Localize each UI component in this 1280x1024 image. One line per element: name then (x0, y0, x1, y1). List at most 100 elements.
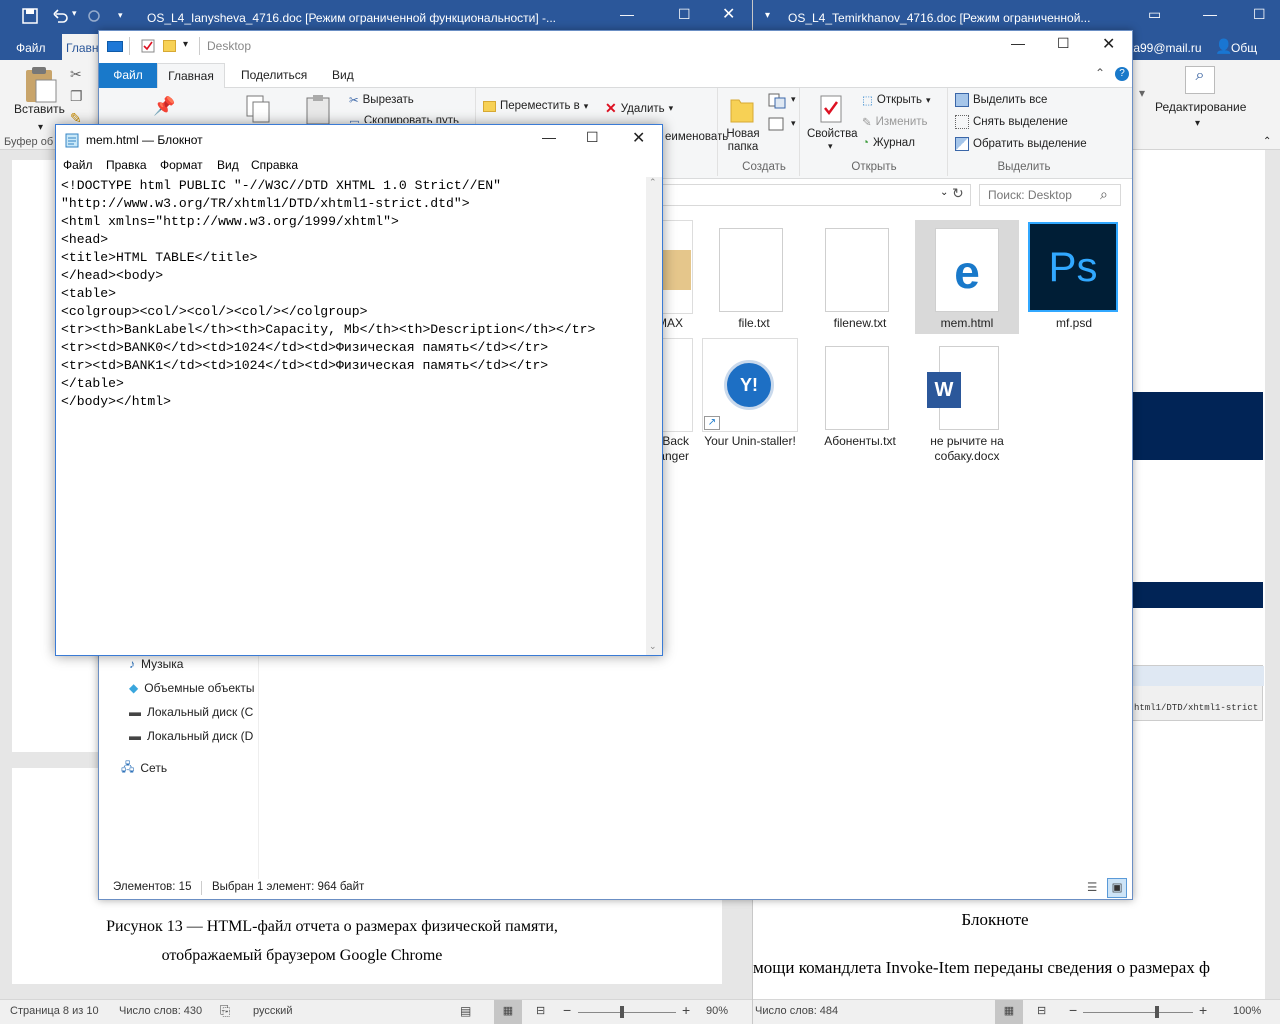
collapse-ribbon-icon[interactable]: ⌃ (1263, 136, 1271, 147)
find-icon[interactable]: ⌕ (1185, 66, 1215, 94)
open-button[interactable]: ⬚ Открыть ▾ (862, 93, 931, 107)
tab-file[interactable]: Файл (99, 63, 157, 88)
undo-icon[interactable] (52, 8, 68, 24)
copy-icon[interactable]: ❐ (70, 88, 83, 105)
minimize-icon[interactable]: — (542, 129, 556, 145)
properties-icon[interactable] (141, 39, 155, 53)
tab-home[interactable]: Главная (157, 63, 225, 89)
close-icon[interactable]: ✕ (722, 4, 735, 24)
menu-format[interactable]: Формат (160, 158, 203, 172)
print-layout-icon[interactable]: ▦ (995, 1000, 1023, 1024)
properties-icon[interactable] (819, 94, 843, 124)
maximize-icon[interactable]: ☐ (586, 129, 599, 146)
page-count[interactable]: Страница 8 из 10 (10, 1005, 99, 1017)
redo-icon[interactable] (86, 8, 102, 24)
web-layout-icon[interactable]: ⊟ (1037, 1004, 1046, 1017)
style-dropdown-icon[interactable]: ▾ (1139, 86, 1145, 100)
new-folder-icon[interactable] (163, 40, 176, 52)
tab-share[interactable]: Поделиться (241, 68, 307, 82)
paste-dropdown-icon[interactable]: ▾ (38, 122, 43, 133)
notepad-text-area[interactable]: <!DOCTYPE html PUBLIC "-//W3C//DTD XHTML… (61, 177, 645, 411)
zoom-out-button[interactable]: − (563, 1002, 571, 1018)
scroll-down-icon[interactable]: ⌄ (649, 641, 657, 652)
pin-icon[interactable]: 📌 (153, 96, 175, 117)
chevron-down-icon[interactable]: ▾ (791, 94, 796, 105)
maximize-icon[interactable]: ☐ (1253, 6, 1266, 23)
tab-home[interactable]: Главн (62, 34, 102, 60)
properties-button[interactable]: Свойства (807, 128, 858, 140)
zoom-in-button[interactable]: + (682, 1002, 690, 1018)
minimize-icon[interactable]: — (620, 6, 634, 22)
rename-button[interactable]: еименовать (665, 131, 728, 143)
paste-icon[interactable] (22, 66, 58, 104)
zoom-slider-thumb[interactable] (620, 1006, 624, 1018)
history-button[interactable]: ◔ Журнал (862, 137, 915, 149)
zoom-level[interactable]: 90% (706, 1005, 728, 1017)
paste-button[interactable]: Вставить (14, 102, 65, 116)
nav-item-music[interactable]: ♪ Музыка (129, 653, 183, 675)
invert-selection-button[interactable]: Обратить выделение (955, 137, 1087, 151)
details-view-icon[interactable]: ☰ (1087, 880, 1097, 894)
proofing-icon[interactable]: ⎘ (220, 1003, 230, 1019)
read-mode-icon[interactable]: ▤ (460, 1004, 471, 1018)
language[interactable]: русский (253, 1005, 292, 1017)
refresh-icon[interactable]: ↻ (952, 185, 964, 202)
copy-icon[interactable] (245, 94, 271, 124)
file-item-filenew-txt[interactable]: filenew.txt (808, 220, 912, 334)
file-item-mf-psd[interactable]: Ps mf.psd (1022, 220, 1126, 334)
edit-button[interactable]: ✎ Изменить (862, 115, 928, 129)
word-count[interactable]: Число слов: 430 (119, 1005, 202, 1017)
file-item-file-txt[interactable]: file.txt (702, 220, 806, 334)
ribbon-options-icon[interactable]: ▭ (1148, 6, 1161, 23)
menu-file[interactable]: Файл (63, 158, 93, 172)
paste-icon[interactable] (305, 94, 331, 124)
new-folder-icon[interactable] (729, 94, 755, 124)
new-folder-button[interactable]: Новая папка (721, 128, 765, 154)
select-none-button[interactable]: Снять выделение (955, 115, 1068, 129)
chevron-down-icon[interactable]: ▾ (791, 118, 796, 129)
close-icon[interactable]: ✕ (1102, 34, 1115, 54)
menu-edit[interactable]: Правка (106, 158, 147, 172)
word-count[interactable]: Число слов: 484 (755, 1005, 838, 1017)
chevron-down-icon[interactable]: ▾ (828, 141, 833, 152)
quick-access-icon[interactable]: ▾ (118, 10, 123, 21)
cut-icon[interactable]: ✂ (70, 66, 82, 83)
tab-file[interactable]: Файл (16, 41, 46, 55)
editing-button[interactable]: Редактирование (1155, 100, 1246, 114)
scroll-up-icon[interactable]: ⌃ (649, 177, 657, 188)
select-all-button[interactable]: Выделить все (955, 93, 1047, 107)
share-button[interactable]: Общ (1231, 41, 1257, 55)
search-icon[interactable]: ⌕ (1100, 186, 1108, 203)
tab-view[interactable]: Вид (332, 68, 354, 82)
zoom-slider[interactable] (1083, 1012, 1193, 1013)
address-history-icon[interactable]: ⌄ (940, 187, 948, 198)
new-item-icon[interactable] (767, 92, 791, 110)
search-input[interactable]: Поиск: Desktop (988, 188, 1072, 202)
web-layout-icon[interactable]: ⊟ (536, 1004, 545, 1017)
vertical-scrollbar[interactable]: ⌃ ⌄ (646, 177, 662, 655)
menu-view[interactable]: Вид (217, 158, 239, 172)
file-item-abonenty-txt[interactable]: Абоненты.txt (808, 338, 912, 452)
help-icon[interactable]: ? (1115, 67, 1129, 81)
nav-item-disk-c[interactable]: ▬ Локальный диск (C (129, 701, 257, 723)
address-bar[interactable]: ⌄ (659, 184, 971, 206)
search-box[interactable]: Поиск: Desktop ⌕ (979, 184, 1121, 206)
quick-access-icon[interactable]: ▾ (765, 10, 770, 21)
nav-item-disk-d[interactable]: ▬ Локальный диск (D (129, 725, 257, 747)
nav-item-3d-objects[interactable]: ◆ Объемные объекты (129, 677, 257, 699)
zoom-out-button[interactable]: − (1069, 1002, 1077, 1018)
user-icon[interactable]: 👤 (1215, 38, 1232, 55)
copy-path-button[interactable]: ▭ Скопировать путь (349, 115, 459, 123)
file-item-your-uninstaller[interactable]: Y! ↗ Your Unin-staller! (702, 338, 806, 452)
cut-button[interactable]: ✂ Вырезать (349, 93, 414, 107)
save-icon[interactable] (22, 8, 38, 24)
account-email[interactable]: ta99@mail.ru (1130, 41, 1202, 55)
menu-help[interactable]: Справка (251, 158, 298, 172)
minimize-icon[interactable]: — (1011, 35, 1025, 51)
nav-item-network[interactable]: 🖧 Сеть (121, 757, 167, 779)
zoom-in-button[interactable]: + (1199, 1002, 1207, 1018)
zoom-level[interactable]: 100% (1233, 1005, 1261, 1017)
easy-access-icon[interactable] (767, 116, 787, 132)
maximize-icon[interactable]: ☐ (1057, 35, 1070, 52)
editing-dropdown-icon[interactable]: ▾ (1195, 118, 1200, 129)
